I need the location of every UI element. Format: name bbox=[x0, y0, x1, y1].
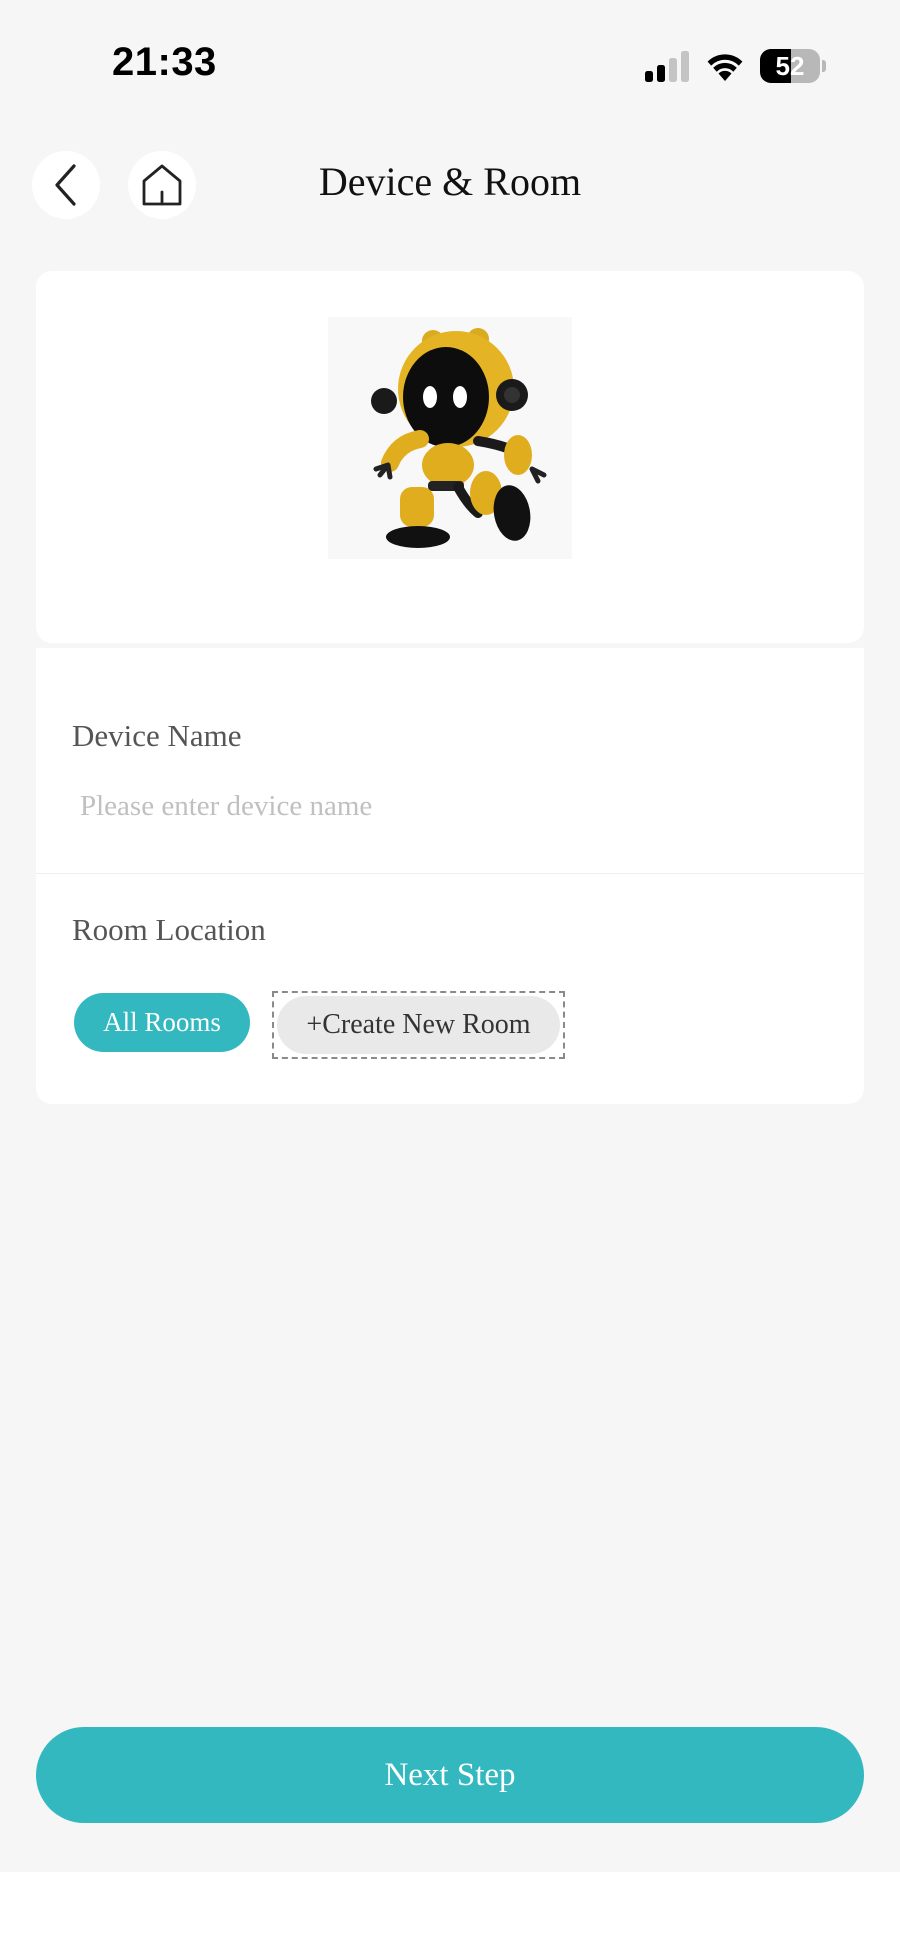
device-image-card bbox=[36, 271, 864, 643]
create-new-room-button[interactable]: +Create New Room bbox=[277, 996, 560, 1054]
divider bbox=[36, 873, 864, 874]
chevron-left-icon bbox=[55, 164, 76, 206]
wifi-icon bbox=[707, 54, 743, 81]
home-button[interactable] bbox=[128, 151, 196, 219]
status-bar: 21:33 52 bbox=[0, 0, 900, 120]
device-name-input[interactable] bbox=[72, 778, 832, 834]
next-step-button[interactable]: Next Step bbox=[36, 1727, 864, 1823]
status-time: 21:33 bbox=[112, 40, 217, 84]
battery-level: 52 bbox=[775, 51, 805, 81]
page-title: Device & Room bbox=[318, 159, 582, 204]
app-screen: 21:33 52 Device & Room Device Name Pleas… bbox=[0, 0, 900, 1872]
device-name-label: Device Name bbox=[72, 718, 242, 753]
device-image bbox=[328, 317, 572, 559]
signal-icon bbox=[645, 51, 689, 82]
create-room-outline: +Create New Room bbox=[272, 991, 565, 1059]
room-location-label: Room Location bbox=[72, 912, 266, 947]
home-icon bbox=[142, 164, 182, 206]
robot-icon bbox=[371, 328, 547, 548]
room-chip-all-rooms[interactable]: All Rooms bbox=[74, 993, 250, 1052]
device-form-card: Device Name Room Location All Rooms +Cre… bbox=[36, 648, 864, 1104]
battery-icon: 52 bbox=[760, 49, 826, 83]
back-button[interactable] bbox=[32, 151, 100, 219]
